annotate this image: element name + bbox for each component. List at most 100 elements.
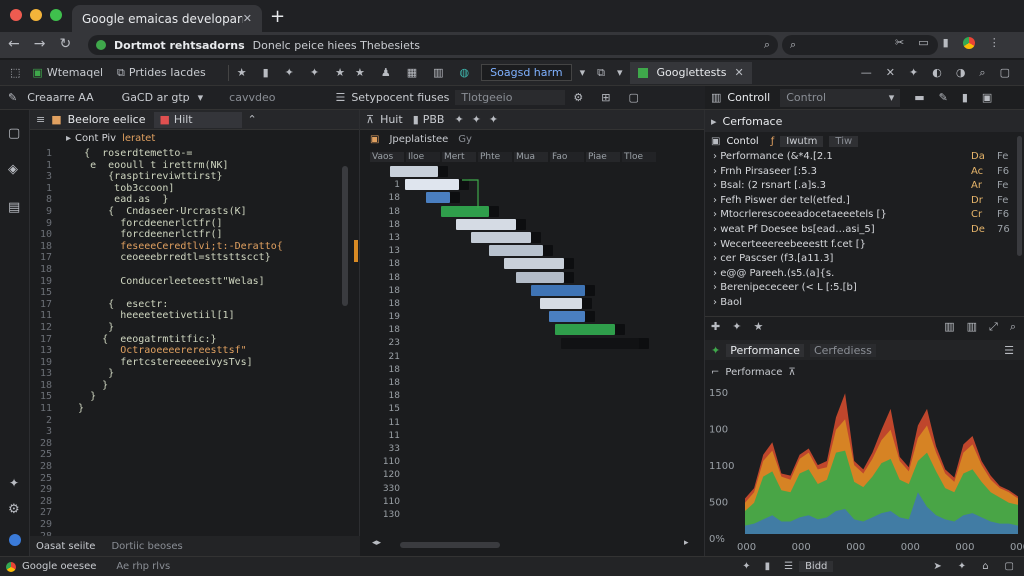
globe-icon[interactable]: ◍: [460, 66, 470, 79]
chevron-down-icon[interactable]: ▾: [198, 91, 204, 104]
chevron-down-icon[interactable]: ▾: [580, 66, 586, 79]
code-line[interactable]: 19 Conducerleeteestt"Welas]: [30, 276, 359, 288]
code-line[interactable]: 13 }: [30, 368, 359, 380]
code-line[interactable]: 18 feseeeCeredtlvi;t:-Deratto{: [30, 241, 359, 253]
settings-icon[interactable]: ◑: [956, 66, 966, 79]
timeline-bar[interactable]: [549, 311, 585, 323]
menu-icon[interactable]: ☰: [1004, 344, 1014, 357]
new-tab-button[interactable]: +: [270, 6, 285, 27]
sparkle-icon[interactable]: ✦: [310, 66, 319, 79]
tab-second[interactable]: Iwutm: [780, 135, 824, 147]
image-icon[interactable]: ▦: [407, 66, 417, 79]
close-icon[interactable]: ✕: [734, 66, 743, 79]
sparkle-icon[interactable]: ✦: [732, 320, 741, 333]
sparkle-icon[interactable]: ✦: [472, 113, 481, 126]
code-line[interactable]: 1 e eooull t irettrm(NK]: [30, 160, 359, 172]
list-icon[interactable]: ☰: [784, 561, 793, 572]
code-lines[interactable]: 1 { roserdtemetto-= 1 e eooull t irettrm(…: [30, 146, 359, 542]
sparkle-icon[interactable]: ✦: [489, 113, 498, 126]
timeline-column-header[interactable]: Piae: [586, 152, 620, 162]
code-line[interactable]: 28: [30, 461, 359, 473]
toolbar-item-2[interactable]: Prtides Iacdes: [129, 66, 206, 79]
code-line[interactable]: 18 }: [30, 380, 359, 392]
sparkle-icon[interactable]: ✦: [9, 476, 19, 490]
box-icon[interactable]: ▢: [628, 91, 638, 104]
list-icon[interactable]: ☰: [335, 91, 345, 104]
save-icon[interactable]: ▬: [914, 91, 924, 104]
code-line[interactable]: 1 { roserdtemetto-=: [30, 148, 359, 160]
code-line[interactable]: 3 {rasptireviwttirst}: [30, 171, 359, 183]
tab-third[interactable]: Tiw: [829, 135, 859, 147]
code-line[interactable]: 29: [30, 519, 359, 531]
arrow-icon[interactable]: ➤: [933, 561, 941, 572]
grid-icon[interactable]: ⊞: [601, 91, 610, 104]
scroll-right-icon[interactable]: ▸: [684, 538, 689, 548]
pin-icon[interactable]: ⊼: [366, 113, 374, 126]
files-icon[interactable]: ▢: [8, 126, 20, 141]
browser-tab[interactable]: Google emaicas developarmis ✕: [72, 5, 262, 32]
timeline-bar[interactable]: [504, 258, 564, 270]
code-line[interactable]: 27: [30, 507, 359, 519]
performance-list[interactable]: › Performance (&*4.[2.1 Da Fe › Frnh Pirsas…: [713, 150, 1017, 311]
sidebar-icon[interactable]: ▥: [711, 91, 721, 104]
code-line[interactable]: 1 tob3ccoon]: [30, 183, 359, 195]
timeline-column-header[interactable]: Fao: [550, 152, 584, 162]
code-line[interactable]: 29: [30, 484, 359, 496]
drop-icon[interactable]: ◐: [932, 66, 942, 79]
timeline-bar[interactable]: [489, 245, 543, 257]
editor-scrollbar[interactable]: [342, 166, 348, 306]
tag-icon[interactable]: ◈: [8, 162, 18, 177]
settings-icon[interactable]: ⚙: [8, 502, 20, 517]
timeline-column-header[interactable]: Phte: [478, 152, 512, 162]
tab-control[interactable]: Contol: [726, 136, 758, 147]
code-line[interactable]: 19 fertcstereeeeeivysTvs]: [30, 357, 359, 369]
scroll-left-icon[interactable]: ◂▸: [372, 538, 381, 548]
timeline-bar[interactable]: [390, 166, 438, 177]
timeline-column-header[interactable]: Iloe: [406, 152, 440, 162]
chevron-down-icon[interactable]: ▾: [617, 66, 623, 79]
star-icon[interactable]: ★: [753, 320, 763, 333]
chart-icon[interactable]: ▥: [967, 320, 977, 333]
subtoolbar-item-3[interactable]: cavvdeo: [229, 91, 275, 104]
minimize-window-button[interactable]: [30, 9, 42, 21]
performance-row[interactable]: › Performance (&*4.[2.1 Da Fe: [713, 150, 1017, 165]
code-line[interactable]: 28: [30, 496, 359, 508]
tab-secondary[interactable]: Cerfediess: [809, 343, 876, 357]
code-line[interactable]: 28: [30, 438, 359, 450]
code-line[interactable]: 13 Octraoeeeerereesttsf": [30, 345, 359, 357]
window-icon[interactable]: ▤: [8, 200, 20, 215]
performance-row[interactable]: › Frnh Pirsaseer [:5.3 Ac F6: [713, 165, 1017, 180]
subtoolbar-item-4[interactable]: Setypocent fiuses: [351, 91, 449, 104]
chart-icon[interactable]: ▥: [944, 320, 954, 333]
footer-tab-1[interactable]: Oasat seiite: [36, 541, 95, 552]
toolbar-item-1[interactable]: Wtemaqel: [47, 66, 103, 79]
code-line[interactable]: 18: [30, 264, 359, 276]
page-icon[interactable]: ▮: [765, 561, 771, 572]
account-icon[interactable]: [9, 534, 21, 546]
code-line[interactable]: 8 ead.as }: [30, 194, 359, 206]
code-line[interactable]: 2: [30, 415, 359, 427]
edit-icon[interactable]: ✎: [939, 91, 948, 104]
person-icon[interactable]: ♟: [381, 66, 391, 79]
tab-performance[interactable]: Performance: [726, 343, 804, 357]
code-line[interactable]: 15 }: [30, 391, 359, 403]
status-left[interactable]: Google oeesee: [22, 561, 96, 572]
performance-row[interactable]: › e@@ Pareeh.(s5.(a]{s.: [713, 267, 1017, 282]
pin-icon[interactable]: ⊼: [788, 367, 795, 378]
menu-icon[interactable]: ≡: [36, 113, 45, 126]
performance-row[interactable]: › Wecerteeereebeeestt f.cet [}: [713, 238, 1017, 253]
timeline-column-header[interactable]: Tloe: [622, 152, 656, 162]
subtoolbar-item-2[interactable]: GaCD ar gtp: [122, 91, 190, 104]
sparkle-icon[interactable]: ✦: [285, 66, 294, 79]
back-icon[interactable]: ←: [8, 36, 20, 52]
timeline-column-header[interactable]: Vaos: [370, 152, 404, 162]
add-icon[interactable]: ✚: [711, 320, 720, 333]
code-line[interactable]: 17 { eeogatrmtitfic:}: [30, 334, 359, 346]
code-line[interactable]: 9 { Cndaseer·Urcrasts(K]: [30, 206, 359, 218]
search-chip[interactable]: Soagsd harm: [481, 64, 572, 81]
timeline-bar[interactable]: [405, 179, 459, 191]
timeline-column-header[interactable]: Mert: [442, 152, 476, 162]
code-line[interactable]: 11 heeeeteetivetiil[1]: [30, 310, 359, 322]
menu-icon[interactable]: ⋮: [989, 36, 1000, 49]
timeline-bar[interactable]: [456, 218, 516, 230]
